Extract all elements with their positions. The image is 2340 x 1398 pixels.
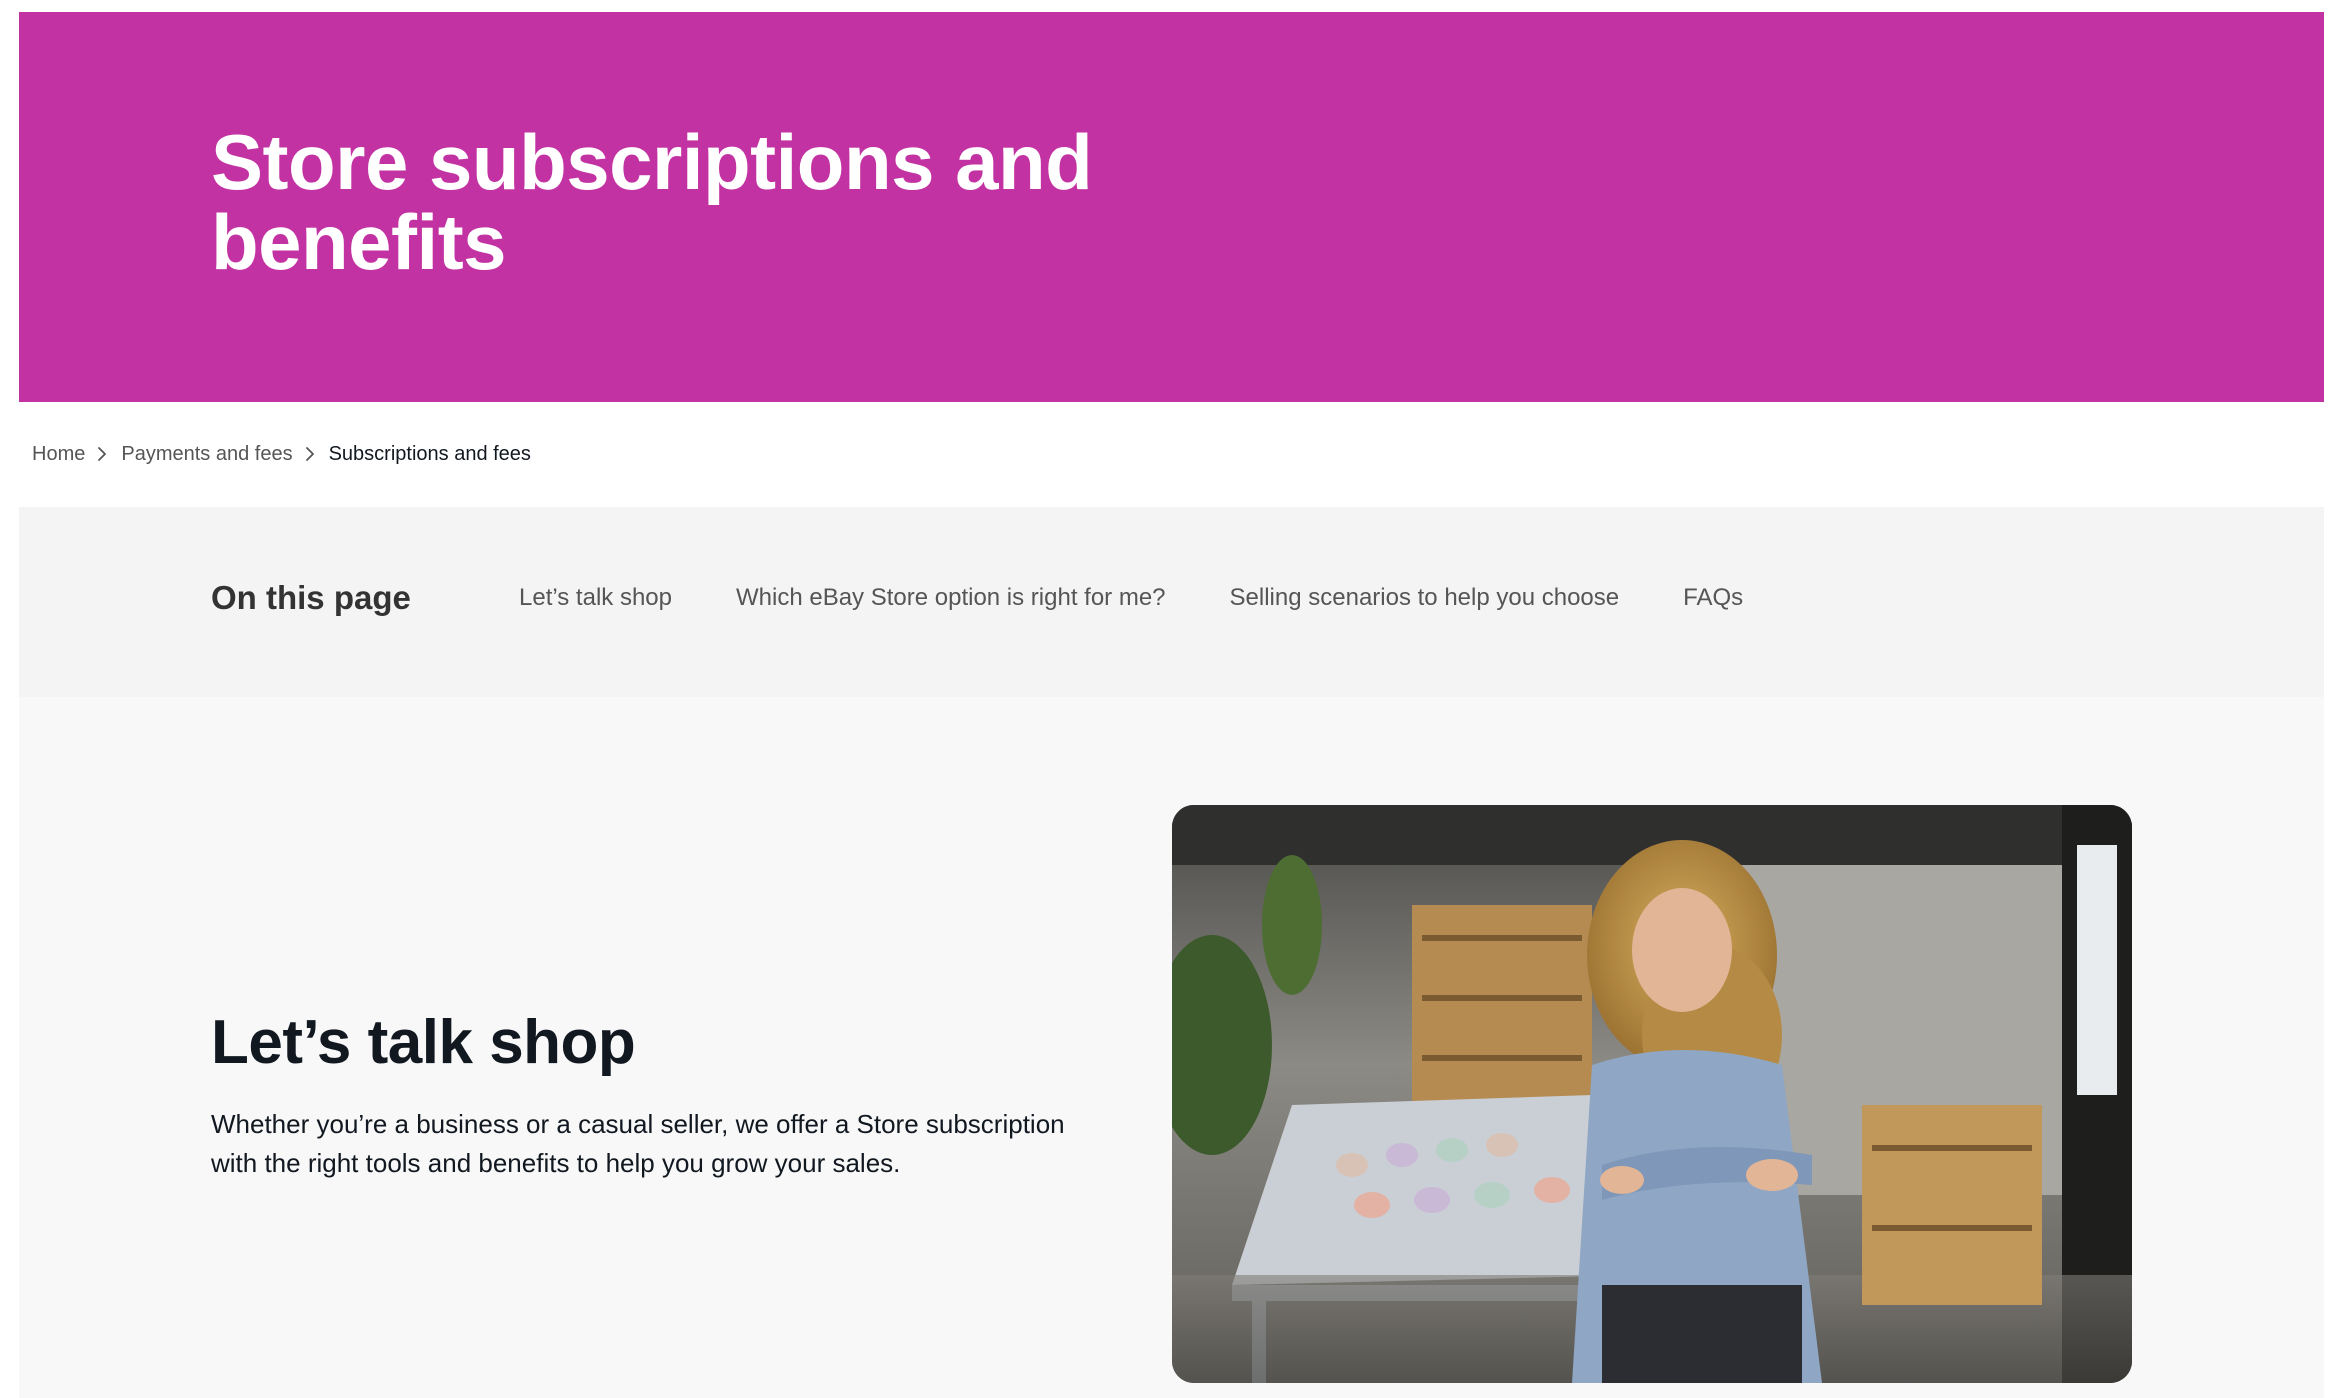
breadcrumb-payments-link[interactable]: Payments and fees <box>121 443 292 466</box>
nav-link-faqs[interactable]: FAQs <box>1683 577 1743 619</box>
chevron-right-icon <box>85 440 121 468</box>
on-this-page-title: On this page <box>211 579 411 616</box>
breadcrumb-home-link[interactable]: Home <box>32 443 85 466</box>
section-title: Let’s talk shop <box>211 1008 636 1077</box>
on-this-page-nav: On this page Let’s talk shop Which eBay … <box>19 507 2324 697</box>
nav-link-which-store-option[interactable]: Which eBay Store option is right for me? <box>736 577 1166 619</box>
nav-link-lets-talk-shop[interactable]: Let’s talk shop <box>519 577 672 619</box>
page-title: Store subscriptions and benefits <box>211 118 1093 286</box>
shop-owner-photo <box>1172 805 2132 1383</box>
breadcrumb-current: Subscriptions and fees <box>328 442 531 465</box>
chevron-right-icon <box>293 440 329 468</box>
nav-link-selling-scenarios[interactable]: Selling scenarios to help you choose <box>1230 577 1620 619</box>
on-this-page-links: Let’s talk shop Which eBay Store option … <box>519 577 1807 619</box>
hero-banner: Store subscriptions and benefits <box>19 12 2324 402</box>
page: Store subscriptions and benefits Home Pa… <box>0 0 2340 1398</box>
breadcrumb: Home Payments and fees Subscriptions and… <box>32 440 531 468</box>
lets-talk-shop-section: Let’s talk shop Whether you’re a busines… <box>19 697 2324 1398</box>
section-body: Whether you’re a business or a casual se… <box>211 1109 1065 1178</box>
